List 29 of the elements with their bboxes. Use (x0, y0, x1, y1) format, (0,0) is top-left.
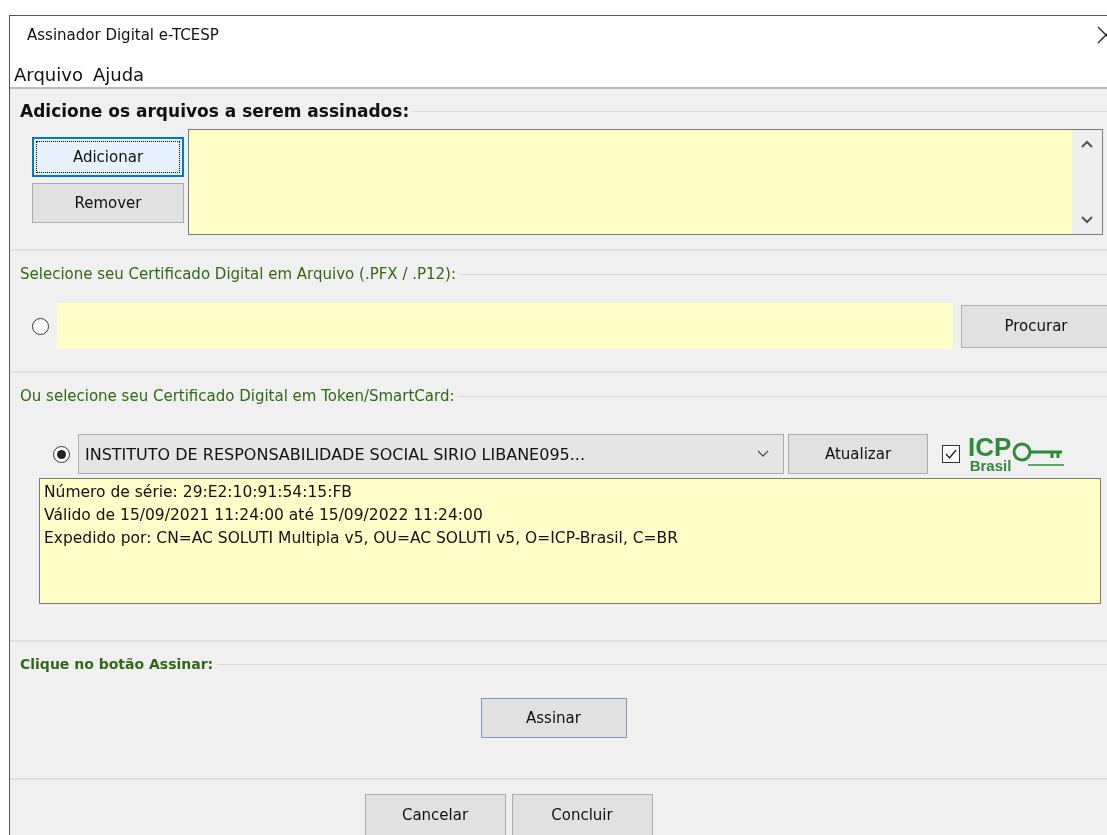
certificate-dropdown[interactable]: INSTITUTO DE RESPONSABILIDADE SOCIAL SIRIO LIBANE095... (78, 434, 784, 474)
chevron-down-icon (757, 450, 769, 458)
browse-button[interactable]: Procurar (961, 304, 1107, 348)
sign-button[interactable]: Assinar (480, 698, 627, 738)
detail-line: Número de série: 29:E2:10:91:54:15:FB (44, 482, 353, 503)
radio-button[interactable] (32, 317, 49, 335)
scroll-bar[interactable] (1072, 130, 1102, 234)
menu-item[interactable]: Ajuda (92, 64, 145, 85)
section-heading: Ou selecione seu Certificado Digital em Token/SmartCard: (20, 387, 455, 405)
button[interactable]: Concluir (511, 794, 653, 835)
radio-button[interactable] (53, 445, 70, 463)
logo: ICP Brasil (968, 435, 1067, 473)
refresh-button[interactable]: Atualizar (788, 434, 928, 474)
input-field[interactable] (57, 303, 953, 349)
checkbox[interactable] (942, 445, 960, 463)
window-title: Assinador Digital e-TCESP (27, 26, 219, 44)
section-heading: Selecione seu Certificado Digital em Arquivo (.PFX / .P12): (20, 265, 456, 283)
scroll-down-icon[interactable] (1081, 216, 1093, 224)
detail-line: Válido de 15/09/2021 11:24:00 até 15/09/2022 11:24:00 (44, 505, 484, 526)
button[interactable]: Adicionar (32, 137, 184, 177)
section-heading: Clique no botão Assinar: (20, 656, 214, 672)
detail-line: Expedido por: CN=AC SOLUTI Multipla v5, OU=AC SOLUTI v5, O=ICP-Brasil, C=BR (44, 528, 679, 549)
file-list[interactable] (188, 129, 1103, 235)
button[interactable]: Cancelar (364, 794, 506, 835)
section-heading: Adicione os arquivos a serem assinados: (20, 101, 410, 121)
scroll-up-icon[interactable] (1081, 140, 1093, 148)
close-icon[interactable] (1097, 26, 1107, 44)
menu-item[interactable]: Arquivo (14, 64, 83, 85)
button[interactable]: Remover (32, 183, 184, 223)
